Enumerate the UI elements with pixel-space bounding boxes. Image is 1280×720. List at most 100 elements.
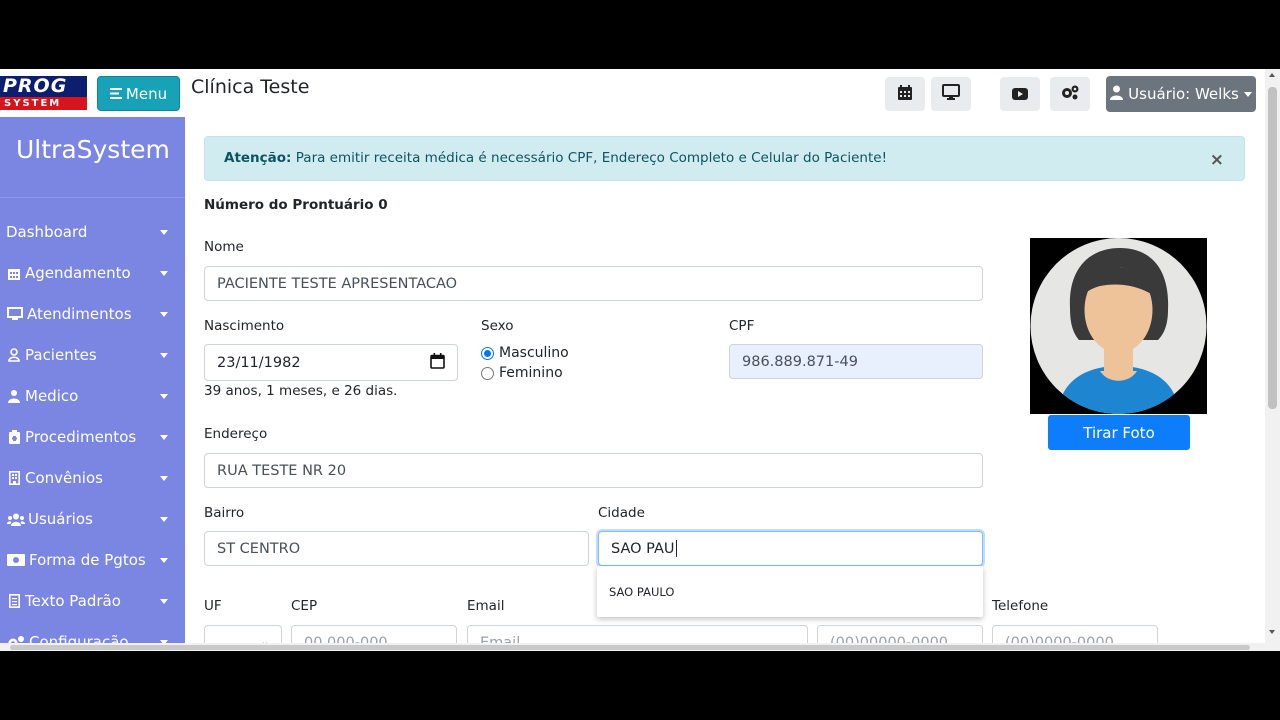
menu-label: Menu <box>125 84 168 103</box>
sidebar: UltraSystem Dashboard Agendamento Atendi… <box>0 117 185 651</box>
user-dropdown-button[interactable]: Usuário: Welks <box>1106 76 1256 112</box>
close-icon[interactable]: × <box>1210 150 1224 170</box>
sexo-label: Sexo <box>481 318 514 334</box>
top-navbar: PROG SYSTEM Menu Clínica Teste Usuário: … <box>0 69 1265 117</box>
endereco-label: Endereço <box>204 426 268 442</box>
bairro-label: Bairro <box>204 505 245 521</box>
logo-bottom-text: SYSTEM <box>0 97 87 110</box>
sidebar-item-texto-padrao[interactable]: Texto Padrão <box>6 586 176 616</box>
sidebar-item-label: Usuários <box>28 510 93 528</box>
money-icon <box>6 553 26 567</box>
nome-input[interactable]: PACIENTE TESTE APRESENTACAO <box>204 266 983 301</box>
horizontal-scrollbar[interactable] <box>0 643 1265 651</box>
bairro-input[interactable]: ST CENTRO <box>204 531 589 566</box>
cpf-input[interactable]: 986.889.871-49 <box>729 344 983 379</box>
radio-label: Masculino <box>499 345 569 361</box>
idade-text: 39 anos, 1 meses, e 26 dias. <box>204 383 398 399</box>
monitor-icon <box>6 307 24 321</box>
prontuario-number: Número do Prontuário 0 <box>204 197 388 213</box>
sidebar-item-atendimentos[interactable]: Atendimentos <box>6 299 176 329</box>
youtube-icon <box>1012 85 1028 104</box>
logo-top-text: PROG <box>0 76 87 97</box>
cidade-value: SAO PAU <box>611 540 675 557</box>
monitor-button[interactable] <box>931 77 971 111</box>
sidebar-item-label: Medico <box>25 387 79 405</box>
caret-down-icon <box>160 230 168 235</box>
clipboard-icon <box>6 430 22 444</box>
sidebar-divider <box>0 197 185 198</box>
radio-unselected <box>481 366 494 380</box>
autocomplete-option[interactable]: SAO PAULO <box>609 585 674 599</box>
endereco-input[interactable]: RUA TESTE NR 20 <box>204 453 983 488</box>
sidebar-item-label: Agendamento <box>25 264 131 282</box>
sidebar-item-agendamento[interactable]: Agendamento <box>6 258 176 288</box>
sidebar-item-label: Texto Padrão <box>25 592 121 610</box>
attention-alert: Atenção: Para emitir receita médica é ne… <box>204 136 1245 181</box>
caret-down-icon <box>160 558 168 563</box>
app-window: PROG SYSTEM Menu Clínica Teste Usuário: … <box>0 69 1280 651</box>
radio-selected <box>481 346 494 360</box>
building-icon <box>6 471 22 485</box>
caret-down-icon <box>160 599 168 604</box>
caret-down-icon <box>160 312 168 317</box>
alert-strong: Atenção: <box>224 150 292 166</box>
sidebar-item-medico[interactable]: Medico <box>6 381 176 411</box>
sexo-masculino-radio[interactable]: Masculino <box>481 345 569 361</box>
sidebar-item-label: Atendimentos <box>27 305 132 323</box>
text-cursor <box>675 540 677 557</box>
caret-down-icon <box>160 394 168 399</box>
cpf-label: CPF <box>729 318 755 334</box>
calendar-icon <box>898 84 912 104</box>
menu-toggle-button[interactable]: Menu <box>97 76 180 111</box>
gears-icon <box>1060 84 1080 104</box>
hamburger-icon <box>109 85 122 103</box>
clinic-title: Clínica Teste <box>191 76 310 98</box>
calendar-icon[interactable] <box>430 352 445 373</box>
settings-button[interactable] <box>1050 77 1090 111</box>
sidebar-item-usuarios[interactable]: Usuários <box>6 504 176 534</box>
caret-down-icon <box>160 435 168 440</box>
user-label: Usuário: Welks <box>1128 85 1239 103</box>
scrollbar-thumb[interactable] <box>10 645 1250 650</box>
email-label: Email <box>467 598 505 614</box>
sidebar-item-convenios[interactable]: Convênios <box>6 463 176 493</box>
caret-down-icon <box>160 271 168 276</box>
caret-down-icon <box>160 476 168 481</box>
sidebar-item-forma-pgtos[interactable]: Forma de Pgtos <box>6 545 176 575</box>
cidade-input[interactable]: SAO PAU <box>598 531 983 566</box>
cidade-autocomplete: SAO PAULO <box>597 566 983 617</box>
user-icon <box>1110 85 1124 104</box>
sidebar-item-label: Dashboard <box>6 223 88 241</box>
sidebar-item-label: Pacientes <box>25 346 97 364</box>
sidebar-item-pacientes[interactable]: Pacientes <box>6 340 176 370</box>
sexo-feminino-radio[interactable]: Feminino <box>481 365 563 381</box>
vertical-scrollbar[interactable] <box>1265 69 1280 651</box>
cidade-label: Cidade <box>598 505 645 521</box>
sidebar-item-procedimentos[interactable]: Procedimentos <box>6 422 176 452</box>
users-icon <box>6 512 25 526</box>
youtube-button[interactable] <box>1000 77 1040 111</box>
nascimento-label: Nascimento <box>204 318 285 334</box>
sidebar-item-dashboard[interactable]: Dashboard <box>6 217 176 247</box>
sidebar-brand: UltraSystem <box>16 135 170 164</box>
tirar-foto-button[interactable]: Tirar Foto <box>1048 415 1190 450</box>
nascimento-value: 23/11/1982 <box>217 354 301 371</box>
calendar-button[interactable] <box>885 77 925 111</box>
caret-down-icon <box>160 517 168 522</box>
sidebar-item-label: Convênios <box>25 469 103 487</box>
scroll-down-icon[interactable] <box>1269 630 1275 634</box>
chevron-down-icon <box>1243 91 1252 97</box>
brand-logo: PROG SYSTEM <box>0 76 87 110</box>
user-icon <box>6 348 22 362</box>
scroll-up-icon[interactable] <box>1269 73 1275 77</box>
scrollbar-thumb[interactable] <box>1268 87 1277 409</box>
cep-label: CEP <box>291 598 318 614</box>
avatar-icon <box>1030 238 1207 414</box>
radio-label: Feminino <box>499 365 563 381</box>
alert-text: Para emitir receita médica é necessário … <box>291 150 887 166</box>
nascimento-date-input[interactable]: 23/11/1982 <box>204 344 458 381</box>
doctor-icon <box>6 389 22 403</box>
sidebar-item-label: Procedimentos <box>25 428 137 446</box>
monitor-icon <box>942 84 960 104</box>
file-icon <box>6 594 22 608</box>
